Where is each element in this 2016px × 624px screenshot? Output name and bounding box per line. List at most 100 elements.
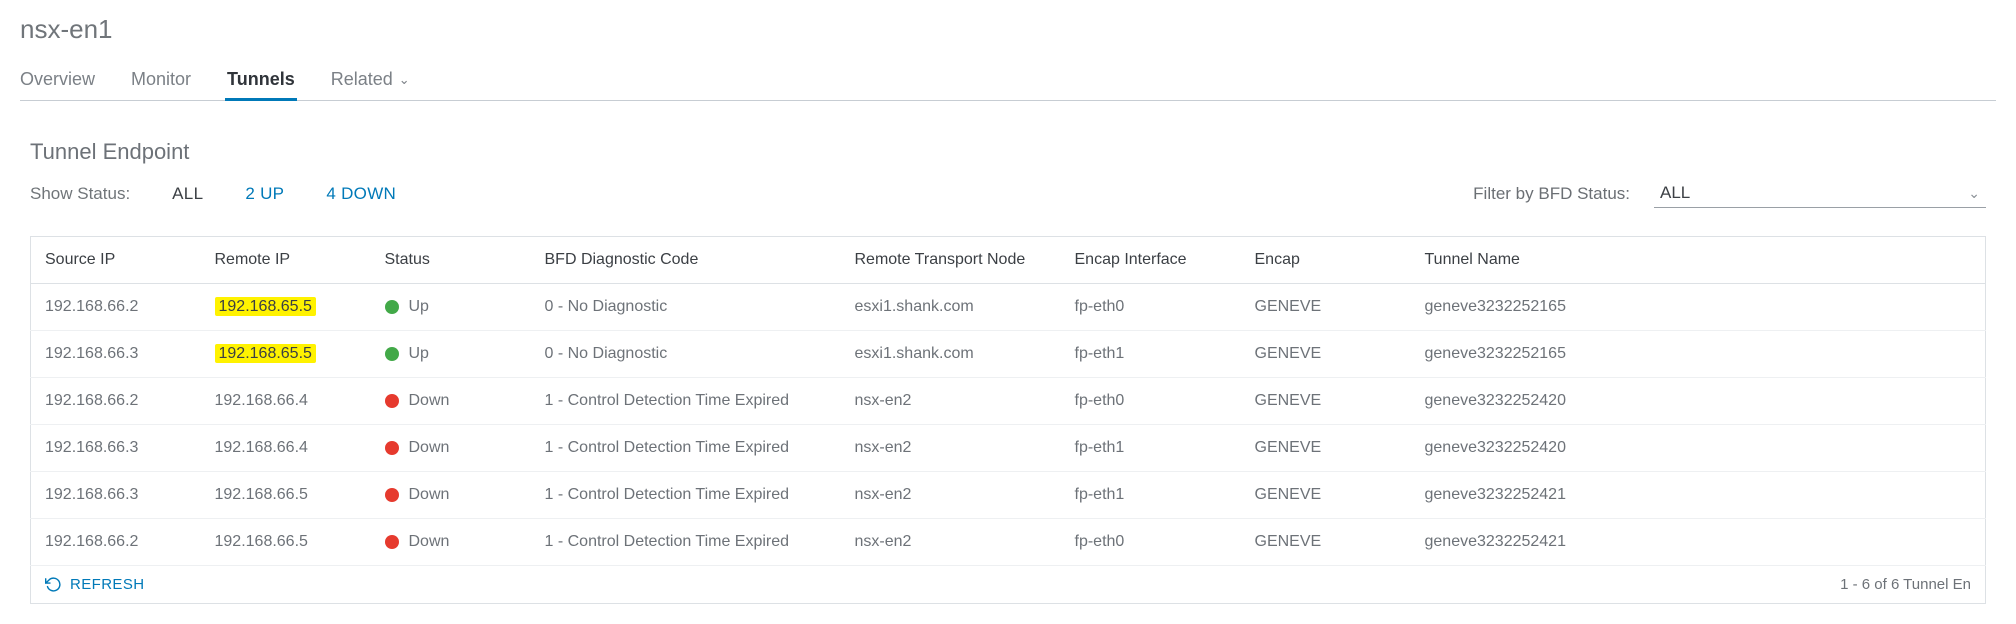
status-filter-all[interactable]: ALL	[172, 184, 203, 204]
table-body: 192.168.66.2 192.168.65.5 Up 0 - No Diagnos…	[31, 284, 1986, 566]
cell-encap-interface: fp-eth1	[1061, 331, 1241, 378]
bfd-filter-dropdown[interactable]: ALL ⌄	[1654, 179, 1986, 208]
column-header[interactable]: Tunnel Name	[1411, 237, 1986, 284]
cell-remote-ip: 192.168.65.5	[201, 331, 371, 378]
bfd-filter-label: Filter by BFD Status:	[1473, 184, 1630, 204]
refresh-button[interactable]: REFRESH	[45, 576, 144, 593]
status-text: Down	[409, 439, 450, 457]
cell-remote-ip: 192.168.66.5	[201, 519, 371, 566]
table-footer: REFRESH 1 - 6 of 6 Tunnel En	[30, 566, 1986, 604]
cell-remote-ip: 192.168.65.5	[201, 284, 371, 331]
cell-bfd-code: 0 - No Diagnostic	[531, 331, 841, 378]
refresh-label: REFRESH	[70, 576, 144, 593]
column-header[interactable]: Source IP	[31, 237, 201, 284]
status-text: Down	[409, 392, 450, 410]
row-counter: 1 - 6 of 6 Tunnel En	[1840, 576, 1971, 593]
column-header[interactable]: Status	[371, 237, 531, 284]
tab-bar: Overview Monitor Tunnels Related ⌄	[20, 63, 1996, 101]
tab-label: Related	[331, 69, 393, 90]
column-header[interactable]: Remote Transport Node	[841, 237, 1061, 284]
cell-encap-interface: fp-eth1	[1061, 425, 1241, 472]
cell-remote-ip: 192.168.66.5	[201, 472, 371, 519]
cell-status: Down	[371, 519, 531, 566]
tab-related[interactable]: Related ⌄	[331, 63, 410, 100]
cell-encap-interface: fp-eth0	[1061, 519, 1241, 566]
cell-bfd-code: 1 - Control Detection Time Expired	[531, 425, 841, 472]
tab-label: Tunnels	[227, 69, 295, 90]
cell-remote-node: nsx-en2	[841, 519, 1061, 566]
chevron-down-icon: ⌄	[399, 72, 410, 88]
status-dot-icon	[385, 535, 399, 549]
table-row[interactable]: 192.168.66.3 192.168.65.5 Up 0 - No Diagnos…	[31, 331, 1986, 378]
highlighted-value: 192.168.65.5	[215, 344, 316, 363]
status-text: Up	[409, 345, 429, 363]
chevron-down-icon: ⌄	[1968, 185, 1980, 202]
tab-overview[interactable]: Overview	[20, 63, 95, 100]
cell-status: Down	[371, 472, 531, 519]
cell-remote-node: esxi1.shank.com	[841, 331, 1061, 378]
cell-encap-interface: fp-eth0	[1061, 378, 1241, 425]
status-text: Down	[409, 486, 450, 504]
cell-bfd-code: 0 - No Diagnostic	[531, 284, 841, 331]
cell-tunnel-name: geneve3232252165	[1411, 284, 1986, 331]
cell-source-ip: 192.168.66.3	[31, 425, 201, 472]
refresh-icon	[45, 576, 62, 593]
status-dot-icon	[385, 394, 399, 408]
cell-tunnel-name: geneve3232252421	[1411, 472, 1986, 519]
status-dot-icon	[385, 300, 399, 314]
status-filter-2-up[interactable]: 2 UP	[245, 184, 284, 204]
column-header[interactable]: BFD Diagnostic Code	[531, 237, 841, 284]
cell-encap: GENEVE	[1241, 284, 1411, 331]
cell-encap: GENEVE	[1241, 519, 1411, 566]
column-header[interactable]: Encap Interface	[1061, 237, 1241, 284]
cell-source-ip: 192.168.66.2	[31, 378, 201, 425]
status-dot-icon	[385, 488, 399, 502]
cell-remote-node: esxi1.shank.com	[841, 284, 1061, 331]
cell-encap: GENEVE	[1241, 378, 1411, 425]
cell-bfd-code: 1 - Control Detection Time Expired	[531, 472, 841, 519]
tab-tunnels[interactable]: Tunnels	[227, 63, 295, 100]
cell-status: Up	[371, 284, 531, 331]
status-text: Down	[409, 533, 450, 551]
table-row[interactable]: 192.168.66.2192.168.66.5Down1 - Control …	[31, 519, 1986, 566]
cell-encap-interface: fp-eth0	[1061, 284, 1241, 331]
status-filter-4-down[interactable]: 4 DOWN	[326, 184, 396, 204]
table-header-row: Source IPRemote IPStatusBFD Diagnostic C…	[31, 237, 1986, 284]
column-header[interactable]: Encap	[1241, 237, 1411, 284]
status-text: Up	[409, 298, 429, 316]
cell-remote-node: nsx-en2	[841, 425, 1061, 472]
cell-remote-node: nsx-en2	[841, 378, 1061, 425]
cell-encap: GENEVE	[1241, 425, 1411, 472]
tab-monitor[interactable]: Monitor	[131, 63, 191, 100]
column-header[interactable]: Remote IP	[201, 237, 371, 284]
cell-tunnel-name: geneve3232252420	[1411, 425, 1986, 472]
cell-source-ip: 192.168.66.3	[31, 472, 201, 519]
status-dot-icon	[385, 347, 399, 361]
table-row[interactable]: 192.168.66.3192.168.66.4 Down 1 - Control …	[31, 425, 1986, 472]
cell-source-ip: 192.168.66.2	[31, 519, 201, 566]
cell-bfd-code: 1 - Control Detection Time Expired	[531, 378, 841, 425]
bfd-filter-selected: ALL	[1660, 183, 1690, 203]
cell-encap: GENEVE	[1241, 331, 1411, 378]
cell-encap-interface: fp-eth1	[1061, 472, 1241, 519]
table-row[interactable]: 192.168.66.2 192.168.65.5 Up 0 - No Diagnos…	[31, 284, 1986, 331]
table-row[interactable]: 192.168.66.3192.168.66.5 Down 1 - Control …	[31, 472, 1986, 519]
show-status-label: Show Status:	[30, 184, 130, 204]
tab-label: Overview	[20, 69, 95, 90]
cell-source-ip: 192.168.66.3	[31, 331, 201, 378]
highlighted-value: 192.168.65.5	[215, 297, 316, 316]
tab-label: Monitor	[131, 69, 191, 90]
cell-status: Up	[371, 331, 531, 378]
tunnels-table: Source IPRemote IPStatusBFD Diagnostic C…	[30, 236, 1986, 566]
status-dot-icon	[385, 441, 399, 455]
cell-remote-ip: 192.168.66.4	[201, 378, 371, 425]
cell-encap: GENEVE	[1241, 472, 1411, 519]
cell-status: Down	[371, 425, 531, 472]
cell-tunnel-name: geneve3232252421	[1411, 519, 1986, 566]
filter-row: Show Status: ALL 2 UP 4 DOWN Filter by BFD…	[30, 179, 1986, 208]
page-title: nsx-en1	[20, 10, 1996, 49]
cell-source-ip: 192.168.66.2	[31, 284, 201, 331]
table-row[interactable]: 192.168.66.2192.168.66.4 Down 1 - Control …	[31, 378, 1986, 425]
cell-remote-ip: 192.168.66.4	[201, 425, 371, 472]
cell-tunnel-name: geneve3232252165	[1411, 331, 1986, 378]
